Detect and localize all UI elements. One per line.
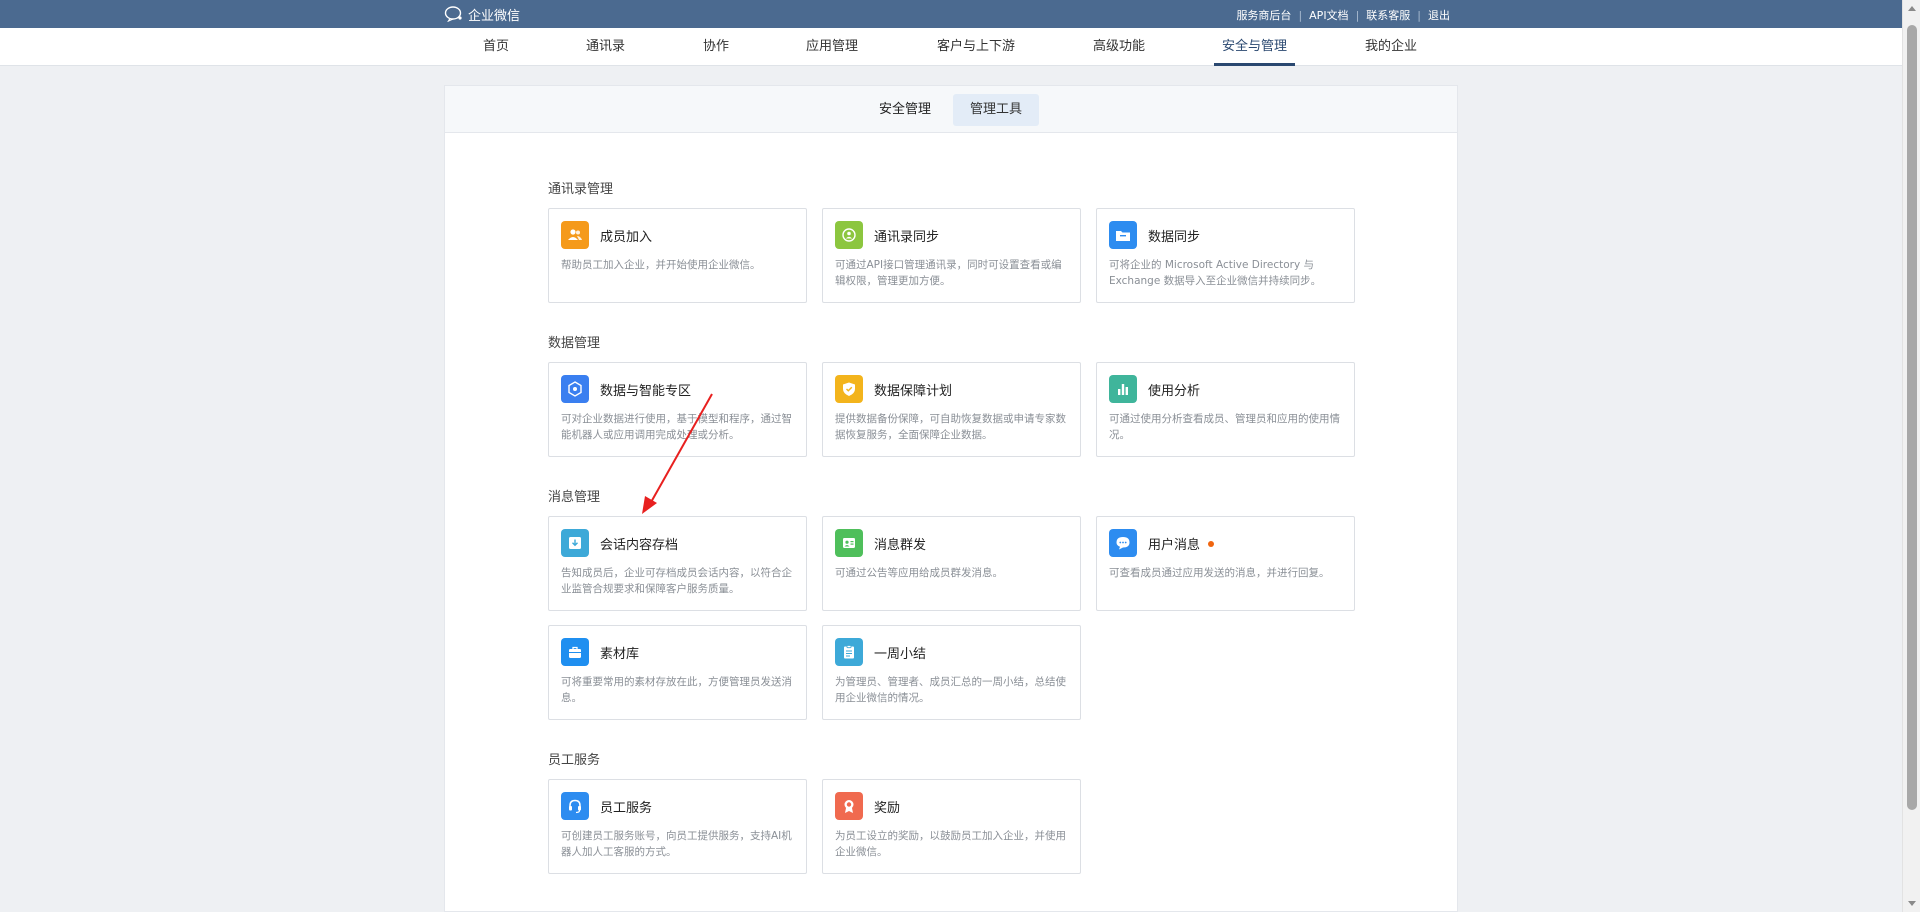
top-bar: 企业微信 服务商后台 | API文档 | 联系客服 | 退出 [0, 0, 1902, 28]
nav-advanced[interactable]: 高级功能 [1093, 28, 1145, 66]
card-title: 通讯录同步 [874, 230, 940, 245]
card-description: 告知成员后，企业可存档成员会话内容，以符合企业监管合规要求和保障客户服务质量。 [561, 567, 792, 595]
card-employee-service[interactable]: 员工服务 可创建员工服务账号，向员工提供服务，支持AI机器人加人工客服的方式。 [548, 779, 807, 874]
card-data-protection[interactable]: 数据保障计划 提供数据备份保障，可自助恢复数据或申请专家数据恢复服务，全面保障企… [822, 362, 1081, 457]
card-usage-analysis[interactable]: 使用分析 可通过使用分析查看成员、管理员和应用的使用情况。 [1096, 362, 1355, 457]
sync-icon [835, 221, 863, 249]
members-icon [561, 221, 589, 249]
card-title: 员工服务 [600, 801, 653, 816]
clipboard-icon [835, 638, 863, 666]
card-description: 帮助员工加入企业，并开始使用企业微信。 [561, 259, 761, 271]
card-description: 为员工设立的奖励，以鼓励员工加入企业，并使用企业微信。 [835, 830, 1066, 858]
tab-security-management[interactable]: 安全管理 [862, 94, 948, 126]
card-title: 数据同步 [1148, 230, 1201, 245]
nav-security-management[interactable]: 安全与管理 [1213, 28, 1296, 66]
scroll-up-arrow-icon[interactable] [1908, 6, 1916, 11]
card-title: 数据保障计划 [874, 384, 953, 399]
card-title: 奖励 [874, 801, 901, 816]
card-description: 可通过使用分析查看成员、管理员和应用的使用情况。 [1109, 413, 1340, 441]
card-title: 一周小结 [874, 647, 927, 662]
link-api-docs[interactable]: API文档 [1302, 7, 1355, 23]
award-icon [835, 792, 863, 820]
nav-my-company[interactable]: 我的企业 [1365, 28, 1417, 66]
link-provider-backend[interactable]: 服务商后台 [1229, 7, 1298, 23]
card-mass-message[interactable]: 消息群发 可通过公告等应用给成员群发消息。 [822, 516, 1081, 611]
nav-collaboration[interactable]: 协作 [703, 28, 729, 66]
card-user-messages[interactable]: 用户消息 可查看成员通过应用发送的消息，并进行回复。 [1096, 516, 1355, 611]
sub-tabs: 安全管理 管理工具 [445, 86, 1457, 133]
content-panel: 安全管理 管理工具 通讯录管理 成员加入 帮助员工加入企业，并开始使用企业微信。… [444, 85, 1458, 912]
link-contact-support[interactable]: 联系客服 [1359, 7, 1417, 23]
link-logout[interactable]: 退出 [1421, 7, 1457, 23]
archive-icon [561, 529, 589, 557]
nav-home[interactable]: 首页 [483, 28, 509, 66]
card-data-intelligence[interactable]: 数据与智能专区 可对企业数据进行使用，基于模型和程序，通过智能机器人或应用调用完… [548, 362, 807, 457]
card-title: 成员加入 [600, 230, 653, 245]
card-description: 可通过公告等应用给成员群发消息。 [835, 567, 1003, 579]
top-links: 服务商后台 | API文档 | 联系客服 | 退出 [1229, 7, 1457, 23]
tab-admin-tools[interactable]: 管理工具 [953, 94, 1040, 126]
card-title: 用户消息 [1148, 534, 1215, 553]
card-title: 素材库 [600, 647, 640, 662]
briefcase-icon [561, 638, 589, 666]
chat-bubble-icon [1109, 529, 1137, 557]
card-description: 可将企业的 Microsoft Active Directory 与 Excha… [1109, 259, 1322, 287]
card-description: 可将重要常用的素材存放在此，方便管理员发送消息。 [561, 676, 792, 704]
card-title-text: 用户消息 [1148, 538, 1201, 553]
card-reward[interactable]: 奖励 为员工设立的奖励，以鼓励员工加入企业，并使用企业微信。 [822, 779, 1081, 874]
card-description: 可对企业数据进行使用，基于模型和程序，通过智能机器人或应用调用完成处理或分析。 [561, 413, 792, 441]
card-member-join[interactable]: 成员加入 帮助员工加入企业，并开始使用企业微信。 [548, 208, 807, 303]
card-contacts-sync[interactable]: 通讯录同步 可通过API接口管理通讯录，同时可设置查看或编辑权限，管理更加方便。 [822, 208, 1081, 303]
card-title: 会话内容存档 [600, 538, 679, 553]
folder-icon [1109, 221, 1137, 249]
card-title: 数据与智能专区 [600, 384, 692, 399]
nav-customers[interactable]: 客户与上下游 [937, 28, 1015, 66]
main-nav: 首页 通讯录 协作 应用管理 客户与上下游 高级功能 安全与管理 我的企业 [0, 28, 1902, 66]
section-title-contacts: 通讯录管理 [548, 182, 614, 197]
card-session-archive[interactable]: 会话内容存档 告知成员后，企业可存档成员会话内容，以符合企业监管合规要求和保障客… [548, 516, 807, 611]
bar-chart-icon [1109, 375, 1137, 403]
card-description: 可通过API接口管理通讯录，同时可设置查看或编辑权限，管理更加方便。 [835, 259, 1062, 287]
headset-icon [561, 792, 589, 820]
card-weekly-summary[interactable]: 一周小结 为管理员、管理者、成员汇总的一周小结，总结使用企业微信的情况。 [822, 625, 1081, 720]
nav-app-management[interactable]: 应用管理 [806, 28, 858, 66]
card-title: 消息群发 [874, 538, 927, 553]
card-description: 提供数据备份保障，可自助恢复数据或申请专家数据恢复服务，全面保障企业数据。 [835, 413, 1066, 441]
section-title-messages: 消息管理 [548, 490, 601, 505]
section-title-data: 数据管理 [548, 336, 601, 351]
notification-dot [1208, 541, 1215, 547]
nav-contacts[interactable]: 通讯录 [586, 28, 625, 66]
section-title-employee-service: 员工服务 [548, 753, 601, 768]
card-description: 可查看成员通过应用发送的消息，并进行回复。 [1109, 567, 1330, 579]
brand-logo[interactable]: 企业微信 [444, 5, 521, 24]
card-material-library[interactable]: 素材库 可将重要常用的素材存放在此，方便管理员发送消息。 [548, 625, 807, 720]
hexagon-icon [561, 375, 589, 403]
card-data-sync[interactable]: 数据同步 可将企业的 Microsoft Active Directory 与 … [1096, 208, 1355, 303]
card-description: 可创建员工服务账号，向员工提供服务，支持AI机器人加人工客服的方式。 [561, 830, 792, 858]
card-description: 为管理员、管理者、成员汇总的一周小结，总结使用企业微信的情况。 [835, 676, 1066, 704]
broadcast-icon [835, 529, 863, 557]
vertical-scrollbar[interactable] [1902, 0, 1920, 912]
card-title: 使用分析 [1148, 384, 1201, 399]
shield-icon [835, 375, 863, 403]
brand-name: 企业微信 [468, 8, 521, 24]
scrollbar-thumb[interactable] [1907, 25, 1917, 810]
wecom-logo-icon [444, 6, 462, 22]
scroll-down-arrow-icon[interactable] [1908, 901, 1916, 906]
